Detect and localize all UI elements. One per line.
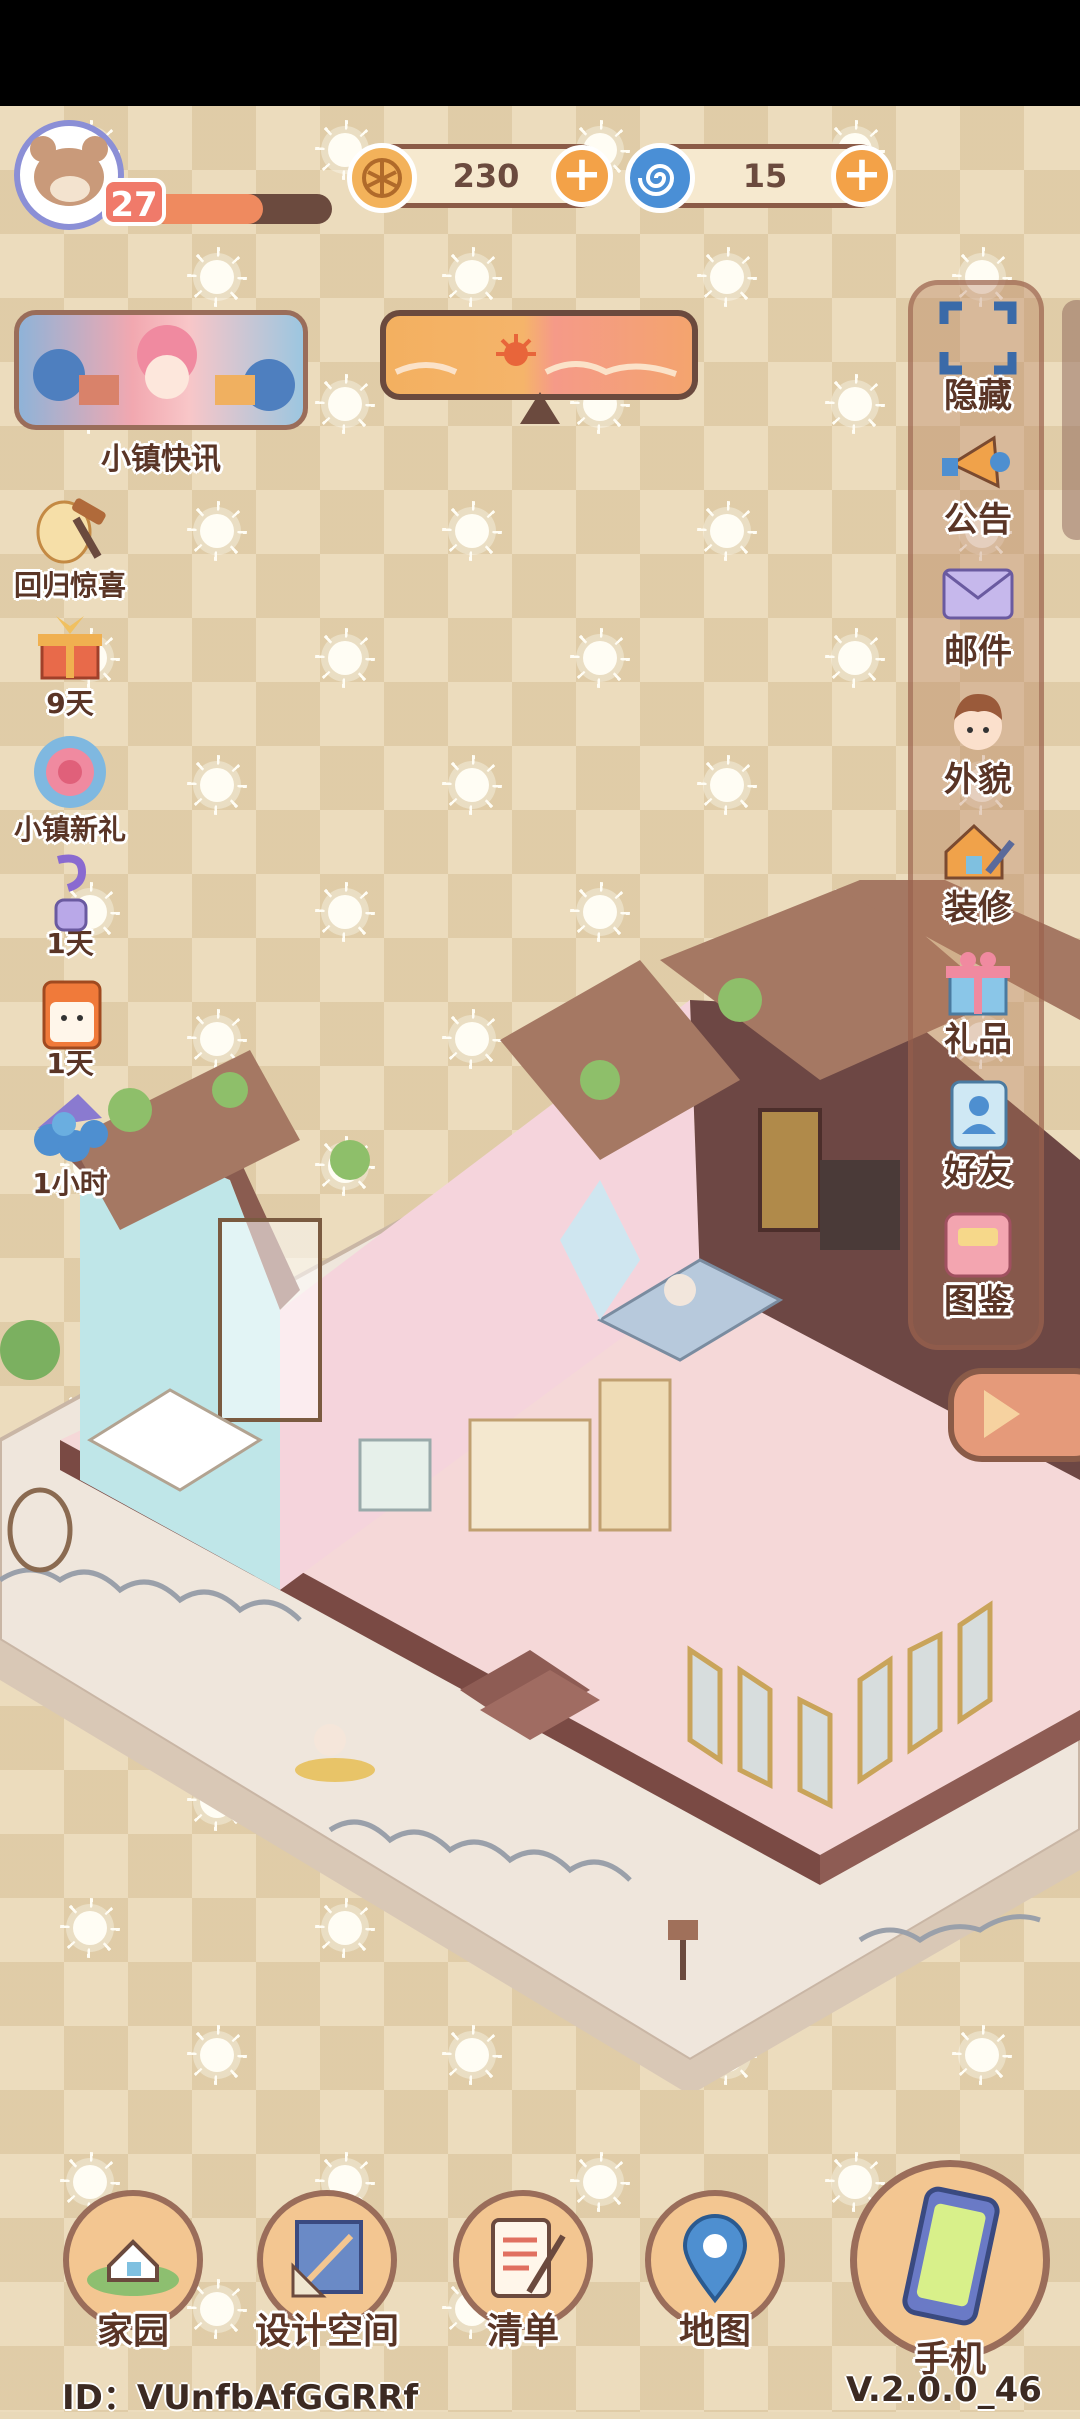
phone-icon [902, 2186, 1000, 2326]
expand-panel-button[interactable] [948, 1368, 1080, 1462]
menu-mail-button[interactable]: 邮件 [918, 556, 1038, 673]
left-event-gift-countdown[interactable]: 9天 [0, 608, 140, 722]
sun-decoration-icon [200, 514, 234, 548]
envelope-icon [938, 556, 1018, 632]
blue-flower-bag-icon [28, 1088, 112, 1172]
sun-decoration-icon [200, 260, 234, 294]
sun-decoration-icon [838, 641, 872, 675]
nav-checklist[interactable]: 清单 [438, 2190, 608, 2354]
system-status-bar [0, 0, 1080, 106]
nav-label: 清单 [486, 2311, 559, 2352]
weather-pointer-icon [520, 392, 560, 424]
menu-decorate-button[interactable]: 装修 [918, 812, 1038, 929]
sun-decoration-icon [200, 768, 234, 802]
add-coins-button[interactable]: + [551, 145, 613, 207]
xp-progress-fill [150, 194, 263, 224]
nav-label: 家园 [96, 2311, 169, 2352]
menu-gift-button[interactable]: 礼品 [918, 944, 1038, 1061]
character-head-icon [938, 684, 1018, 760]
coin-amount: 230 [452, 157, 520, 195]
sun-decoration-icon [838, 387, 872, 421]
left-event-potion-countdown[interactable]: 1天 [0, 850, 140, 962]
right-edge-handle[interactable] [1062, 300, 1080, 540]
nav-label: 设计空间 [254, 2311, 399, 2352]
bear-snout-icon [50, 176, 90, 202]
gem-amount: 15 [742, 157, 788, 195]
weather-time-indicator[interactable] [380, 310, 698, 400]
menu-notice-button[interactable]: 公告 [918, 424, 1038, 541]
hammer-egg-icon [28, 486, 112, 570]
menu-hide-button[interactable]: 隐藏 [918, 300, 1038, 417]
town-news-card[interactable] [14, 310, 308, 430]
version-text: V.2.0.0_46 [846, 2370, 1042, 2410]
nav-design-space[interactable]: 设计空间 [242, 2190, 412, 2354]
house-wrench-icon [938, 812, 1018, 888]
menu-friends-button[interactable]: 好友 [918, 1076, 1038, 1193]
menu-album-button[interactable]: 图鉴 [918, 1206, 1038, 1323]
sun-decoration-icon [328, 387, 362, 421]
megaphone-icon [938, 424, 1018, 500]
potion-bottle-icon [28, 850, 112, 934]
add-gems-button[interactable]: + [831, 145, 893, 207]
sun-decoration-icon [838, 2165, 872, 2199]
left-event-flower-countdown[interactable]: 1小时 [0, 1088, 140, 1202]
coin-counter: 230 + [347, 143, 613, 213]
town-news-label: 小镇快讯 [101, 442, 221, 477]
friend-book-icon [938, 1076, 1018, 1152]
gift-box-icon [28, 608, 112, 692]
album-icon [938, 1206, 1018, 1282]
sun-decoration-icon [583, 641, 617, 675]
left-event-milk-countdown[interactable]: 1天 [0, 968, 140, 1082]
gem-counter: 15 + [625, 143, 893, 213]
sun-decoration-icon [455, 514, 489, 548]
milk-carton-icon [28, 968, 112, 1052]
left-event-return-surprise[interactable]: 回归惊喜 [0, 486, 140, 604]
sun-decoration-icon [710, 260, 744, 294]
sun-decoration-icon [328, 641, 362, 675]
player-level-badge: 27 [102, 178, 166, 226]
swirl-gem-icon [625, 143, 695, 213]
left-event-town-gift[interactable]: 小镇新礼 [0, 730, 140, 848]
hide-frame-icon [938, 300, 1018, 376]
sun-decoration-icon [710, 514, 744, 548]
xp-progress-bar [150, 194, 332, 224]
rose-badge-icon [28, 730, 112, 814]
nav-map[interactable]: 地图 [630, 2190, 800, 2354]
menu-appearance-button[interactable]: 外貌 [918, 684, 1038, 801]
sun-decoration-icon [455, 260, 489, 294]
sun-decoration-icon [710, 768, 744, 802]
coin-icon [347, 143, 417, 213]
nav-label: 地图 [678, 2311, 751, 2352]
sun-decoration-icon [455, 768, 489, 802]
nav-home[interactable]: 家园 [48, 2190, 218, 2354]
gift-icon [938, 944, 1018, 1020]
